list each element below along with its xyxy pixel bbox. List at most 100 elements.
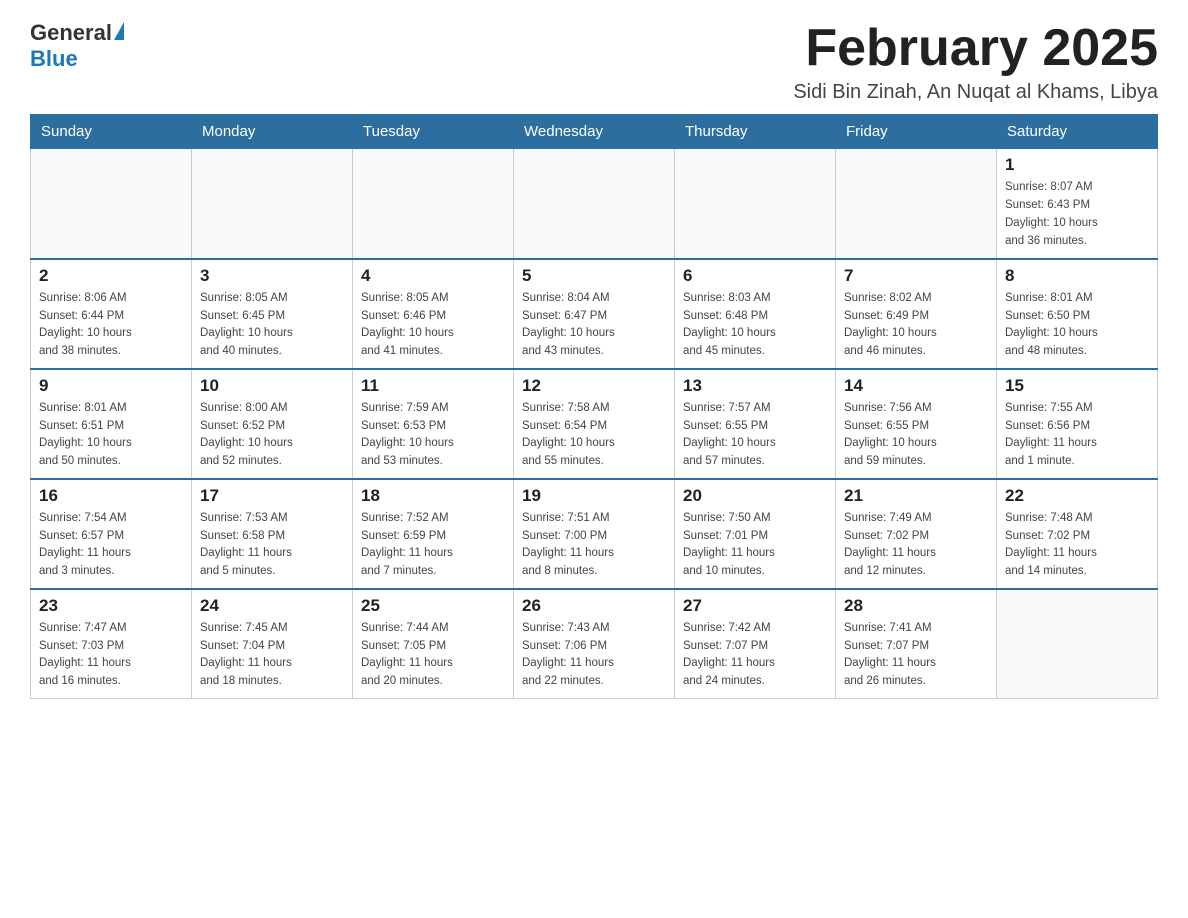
- day-number: 28: [844, 596, 988, 616]
- day-number: 23: [39, 596, 183, 616]
- day-info: Sunrise: 8:05 AM Sunset: 6:46 PM Dayligh…: [361, 290, 505, 361]
- calendar-cell: 16 Sunrise: 7:54 AM Sunset: 6:57 PM Dayli…: [31, 479, 192, 589]
- day-info: Sunrise: 7:41 AM Sunset: 7:07 PM Dayligh…: [844, 620, 988, 691]
- day-info: Sunrise: 8:04 AM Sunset: 6:47 PM Dayligh…: [522, 290, 666, 361]
- day-info: Sunrise: 8:02 AM Sunset: 6:49 PM Dayligh…: [844, 290, 988, 361]
- calendar-cell: [997, 589, 1158, 699]
- day-info: Sunrise: 7:54 AM Sunset: 6:57 PM Dayligh…: [39, 510, 183, 581]
- location-subtitle: Sidi Bin Zinah, An Nuqat al Khams, Libya: [793, 81, 1158, 104]
- weekday-header-monday: Monday: [192, 115, 353, 149]
- calendar-cell: [514, 149, 675, 259]
- logo-triangle-icon: [114, 22, 124, 40]
- day-info: Sunrise: 8:05 AM Sunset: 6:45 PM Dayligh…: [200, 290, 344, 361]
- day-number: 21: [844, 486, 988, 506]
- weekday-header-friday: Friday: [836, 115, 997, 149]
- calendar-cell: 14Sunrise: 7:56 AM Sunset: 6:55 PM Dayli…: [836, 369, 997, 479]
- week-row-5: 23 Sunrise: 7:47 AM Sunset: 7:03 PM Dayli…: [31, 589, 1158, 699]
- calendar-cell: 24Sunrise: 7:45 AM Sunset: 7:04 PM Dayli…: [192, 589, 353, 699]
- day-info: Sunrise: 7:51 AM Sunset: 7:00 PM Dayligh…: [522, 510, 666, 581]
- day-info: Sunrise: 7:44 AM Sunset: 7:05 PM Dayligh…: [361, 620, 505, 691]
- week-row-3: 9Sunrise: 8:01 AM Sunset: 6:51 PM Daylig…: [31, 369, 1158, 479]
- day-number: 7: [844, 266, 988, 286]
- calendar-cell: 21 Sunrise: 7:49 AM Sunset: 7:02 PM Dayli…: [836, 479, 997, 589]
- day-number: 6: [683, 266, 827, 286]
- calendar-table: SundayMondayTuesdayWednesdayThursdayFrid…: [30, 114, 1158, 699]
- logo-general-text: General: [30, 20, 112, 46]
- weekday-header-saturday: Saturday: [997, 115, 1158, 149]
- week-row-1: 1Sunrise: 8:07 AM Sunset: 6:43 PM Daylig…: [31, 149, 1158, 259]
- week-row-2: 2Sunrise: 8:06 AM Sunset: 6:44 PM Daylig…: [31, 259, 1158, 369]
- day-number: 2: [39, 266, 183, 286]
- weekday-header-row: SundayMondayTuesdayWednesdayThursdayFrid…: [31, 115, 1158, 149]
- calendar-cell: 18 Sunrise: 7:52 AM Sunset: 6:59 PM Dayli…: [353, 479, 514, 589]
- day-info: Sunrise: 7:53 AM Sunset: 6:58 PM Dayligh…: [200, 510, 344, 581]
- day-info: Sunrise: 7:50 AM Sunset: 7:01 PM Dayligh…: [683, 510, 827, 581]
- calendar-cell: 1Sunrise: 8:07 AM Sunset: 6:43 PM Daylig…: [997, 149, 1158, 259]
- calendar-cell: [192, 149, 353, 259]
- logo-text: General: [30, 20, 124, 46]
- calendar-cell: 17 Sunrise: 7:53 AM Sunset: 6:58 PM Dayli…: [192, 479, 353, 589]
- day-number: 20: [683, 486, 827, 506]
- logo-blue-text: Blue: [30, 46, 78, 72]
- weekday-header-tuesday: Tuesday: [353, 115, 514, 149]
- calendar-cell: [836, 149, 997, 259]
- day-info: Sunrise: 7:58 AM Sunset: 6:54 PM Dayligh…: [522, 400, 666, 471]
- title-section: February 2025 Sidi Bin Zinah, An Nuqat a…: [793, 20, 1158, 104]
- day-info: Sunrise: 7:57 AM Sunset: 6:55 PM Dayligh…: [683, 400, 827, 471]
- calendar-cell: 3 Sunrise: 8:05 AM Sunset: 6:45 PM Daylig…: [192, 259, 353, 369]
- day-info: Sunrise: 8:03 AM Sunset: 6:48 PM Dayligh…: [683, 290, 827, 361]
- calendar-cell: 11 Sunrise: 7:59 AM Sunset: 6:53 PM Dayli…: [353, 369, 514, 479]
- calendar-cell: [675, 149, 836, 259]
- day-info: Sunrise: 8:01 AM Sunset: 6:50 PM Dayligh…: [1005, 290, 1149, 361]
- calendar-cell: 4 Sunrise: 8:05 AM Sunset: 6:46 PM Daylig…: [353, 259, 514, 369]
- calendar-cell: 25 Sunrise: 7:44 AM Sunset: 7:05 PM Dayli…: [353, 589, 514, 699]
- day-number: 26: [522, 596, 666, 616]
- calendar-cell: 20 Sunrise: 7:50 AM Sunset: 7:01 PM Dayli…: [675, 479, 836, 589]
- day-number: 10: [200, 376, 344, 396]
- day-number: 15: [1005, 376, 1149, 396]
- calendar-cell: 26 Sunrise: 7:43 AM Sunset: 7:06 PM Dayli…: [514, 589, 675, 699]
- day-number: 3: [200, 266, 344, 286]
- day-info: Sunrise: 7:47 AM Sunset: 7:03 PM Dayligh…: [39, 620, 183, 691]
- day-info: Sunrise: 7:48 AM Sunset: 7:02 PM Dayligh…: [1005, 510, 1149, 581]
- day-info: Sunrise: 8:00 AM Sunset: 6:52 PM Dayligh…: [200, 400, 344, 471]
- calendar-cell: 22 Sunrise: 7:48 AM Sunset: 7:02 PM Dayli…: [997, 479, 1158, 589]
- week-row-4: 16 Sunrise: 7:54 AM Sunset: 6:57 PM Dayli…: [31, 479, 1158, 589]
- day-number: 11: [361, 376, 505, 396]
- day-info: Sunrise: 8:07 AM Sunset: 6:43 PM Dayligh…: [1005, 179, 1149, 250]
- day-info: Sunrise: 7:49 AM Sunset: 7:02 PM Dayligh…: [844, 510, 988, 581]
- day-number: 25: [361, 596, 505, 616]
- calendar-cell: [31, 149, 192, 259]
- calendar-cell: 28 Sunrise: 7:41 AM Sunset: 7:07 PM Dayli…: [836, 589, 997, 699]
- calendar-cell: 12 Sunrise: 7:58 AM Sunset: 6:54 PM Dayli…: [514, 369, 675, 479]
- day-number: 5: [522, 266, 666, 286]
- day-info: Sunrise: 7:42 AM Sunset: 7:07 PM Dayligh…: [683, 620, 827, 691]
- day-info: Sunrise: 8:01 AM Sunset: 6:51 PM Dayligh…: [39, 400, 183, 471]
- calendar-cell: 19Sunrise: 7:51 AM Sunset: 7:00 PM Dayli…: [514, 479, 675, 589]
- day-number: 13: [683, 376, 827, 396]
- day-number: 12: [522, 376, 666, 396]
- day-number: 22: [1005, 486, 1149, 506]
- day-info: Sunrise: 7:55 AM Sunset: 6:56 PM Dayligh…: [1005, 400, 1149, 471]
- day-info: Sunrise: 7:52 AM Sunset: 6:59 PM Dayligh…: [361, 510, 505, 581]
- calendar-cell: 9Sunrise: 8:01 AM Sunset: 6:51 PM Daylig…: [31, 369, 192, 479]
- calendar-cell: 5 Sunrise: 8:04 AM Sunset: 6:47 PM Daylig…: [514, 259, 675, 369]
- page-header: General Blue February 2025 Sidi Bin Zina…: [30, 20, 1158, 104]
- day-number: 18: [361, 486, 505, 506]
- calendar-cell: 6 Sunrise: 8:03 AM Sunset: 6:48 PM Daylig…: [675, 259, 836, 369]
- calendar-cell: 13 Sunrise: 7:57 AM Sunset: 6:55 PM Dayli…: [675, 369, 836, 479]
- day-number: 17: [200, 486, 344, 506]
- calendar-cell: 23 Sunrise: 7:47 AM Sunset: 7:03 PM Dayli…: [31, 589, 192, 699]
- day-number: 24: [200, 596, 344, 616]
- day-info: Sunrise: 7:56 AM Sunset: 6:55 PM Dayligh…: [844, 400, 988, 471]
- day-info: Sunrise: 7:59 AM Sunset: 6:53 PM Dayligh…: [361, 400, 505, 471]
- day-number: 4: [361, 266, 505, 286]
- weekday-header-sunday: Sunday: [31, 115, 192, 149]
- day-number: 16: [39, 486, 183, 506]
- weekday-header-thursday: Thursday: [675, 115, 836, 149]
- weekday-header-wednesday: Wednesday: [514, 115, 675, 149]
- day-info: Sunrise: 7:43 AM Sunset: 7:06 PM Dayligh…: [522, 620, 666, 691]
- calendar-cell: [353, 149, 514, 259]
- calendar-cell: 15 Sunrise: 7:55 AM Sunset: 6:56 PM Dayli…: [997, 369, 1158, 479]
- calendar-cell: 10 Sunrise: 8:00 AM Sunset: 6:52 PM Dayli…: [192, 369, 353, 479]
